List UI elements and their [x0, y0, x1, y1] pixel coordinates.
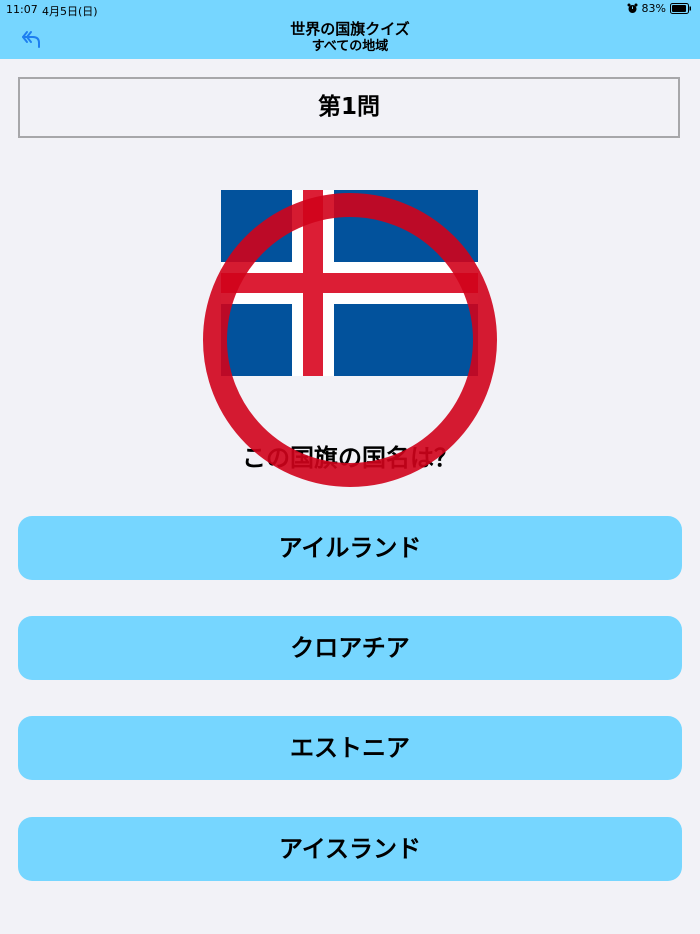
status-time: 11:07	[6, 3, 38, 16]
battery-icon	[670, 3, 692, 14]
answer-button-2[interactable]: クロアチア	[18, 616, 682, 680]
answer-button-4[interactable]: アイスランド	[18, 817, 682, 881]
answer-button-3[interactable]: エストニア	[18, 716, 682, 780]
battery-percent: 83%	[641, 2, 666, 15]
status-bar: 11:07 4月5日(日) 83%	[0, 0, 700, 20]
nav-title: 世界の国旗クイズ	[290, 20, 410, 38]
iceland-flag-image	[221, 190, 478, 376]
question-number: 第1問	[18, 77, 680, 138]
status-date: 4月5日(日)	[42, 5, 98, 18]
answer-button-1[interactable]: アイルランド	[18, 516, 682, 580]
nav-subtitle: すべての地域	[311, 39, 389, 54]
navigation-bar: 世界の国旗クイズ すべての地域	[0, 20, 700, 59]
status-right-group: 83%	[627, 2, 692, 15]
question-prompt: この国旗の国名は？	[242, 444, 458, 472]
alarm-clock-icon	[627, 3, 638, 14]
